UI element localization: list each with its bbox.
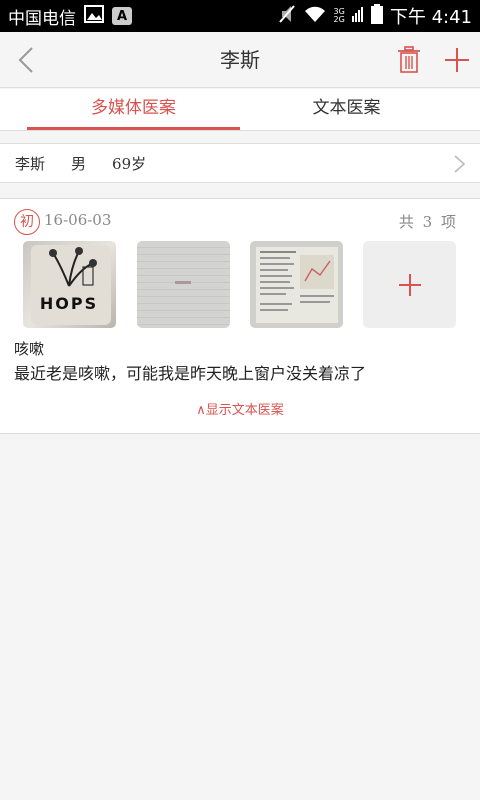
case-card: 初 16-06-03 共 3 项 HOPS 咳嗽 最近老是咳嗽，可能我是昨天晚上… xyxy=(0,198,480,434)
status-bar: 中国电信 A 3G 2G 下午 4:41 xyxy=(0,0,480,32)
network-type: 3G 2G xyxy=(333,7,345,24)
image-notification-icon xyxy=(84,4,104,28)
wifi-icon xyxy=(303,5,327,28)
case-image-thumbnail[interactable] xyxy=(250,241,343,328)
add-case-button[interactable] xyxy=(443,45,471,75)
tab-multimedia-case[interactable]: 多媒体医案 xyxy=(27,89,240,131)
keyboard-notification-icon: A xyxy=(112,7,132,25)
signal-icon xyxy=(351,6,364,27)
case-date: 16-06-03 xyxy=(44,211,112,229)
back-button[interactable] xyxy=(12,45,40,75)
patient-age: 69岁 xyxy=(112,154,147,173)
case-title: 咳嗽 xyxy=(14,340,45,358)
mute-icon xyxy=(278,4,296,29)
case-description: 最近老是咳嗽，可能我是昨天晚上窗户没关着凉了 xyxy=(14,364,367,383)
clock: 下午 4:41 xyxy=(389,7,472,28)
show-text-case-toggle[interactable]: ∧显示文本医案 xyxy=(0,399,480,418)
first-visit-badge: 初 xyxy=(14,209,40,235)
bag-label: HOPS xyxy=(40,294,98,313)
battery-icon xyxy=(370,3,383,29)
tab-text-case[interactable]: 文本医案 xyxy=(240,89,453,131)
hops-bag-photo: HOPS xyxy=(31,245,111,325)
chevron-right-icon xyxy=(454,155,466,173)
trash-icon xyxy=(398,46,420,73)
patient-info-row[interactable]: 李斯 男 69岁 xyxy=(0,143,480,183)
case-image-thumbnail[interactable] xyxy=(137,241,230,328)
delete-button[interactable] xyxy=(396,46,422,74)
case-item-count: 共 3 项 xyxy=(398,213,458,231)
chevron-left-icon xyxy=(18,47,33,73)
plus-icon xyxy=(445,48,469,72)
patient-gender: 男 xyxy=(71,154,87,173)
report-photo xyxy=(256,247,338,323)
case-image-thumbnail[interactable]: HOPS xyxy=(23,241,116,328)
add-image-button[interactable] xyxy=(363,241,456,328)
plus-icon xyxy=(398,273,421,296)
document-photo xyxy=(175,281,191,284)
case-type-tabs: 多媒体医案 文本医案 xyxy=(0,89,480,131)
carrier-name: 中国电信 xyxy=(8,8,76,29)
patient-name: 李斯 xyxy=(15,154,46,173)
nav-bar: 李斯 xyxy=(0,32,480,88)
